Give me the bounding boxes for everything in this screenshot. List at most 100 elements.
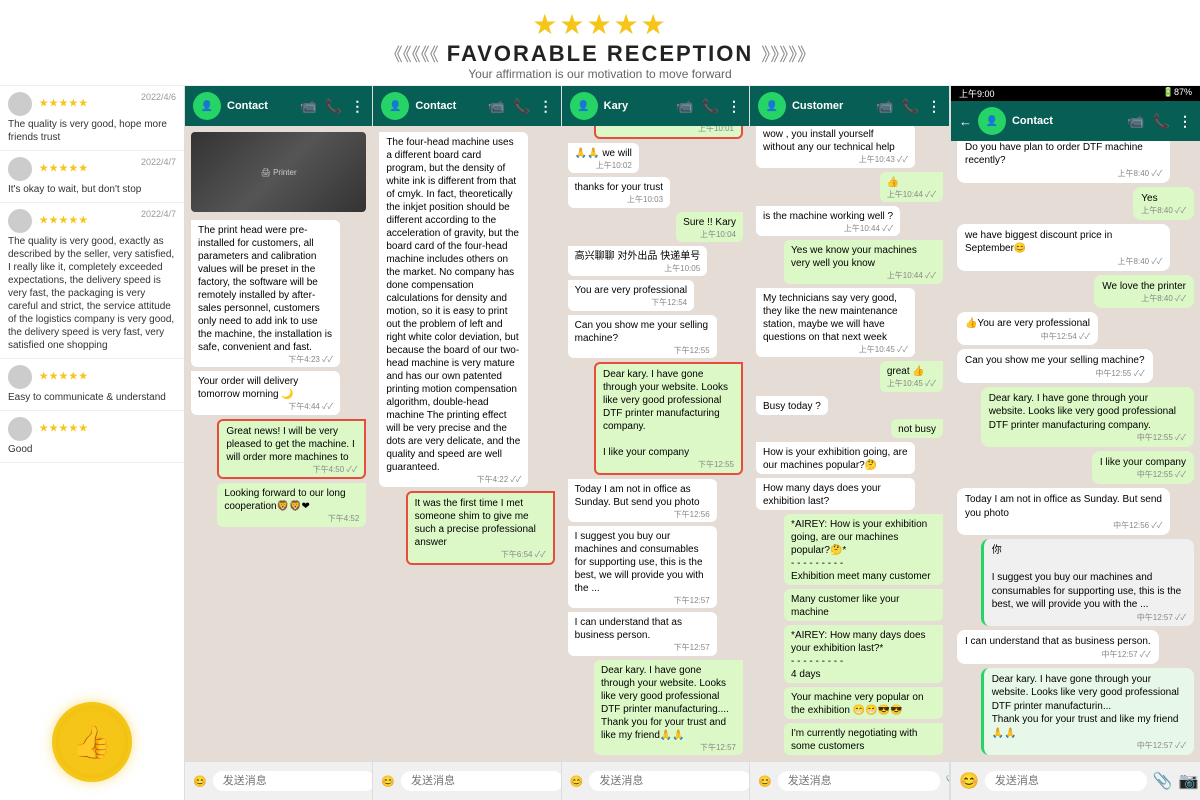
message: My technicians say very good, they like … [756, 288, 915, 357]
call-icon[interactable]: 📞 [513, 98, 530, 115]
message: thanks for your trust 上午10:03 [568, 177, 670, 207]
message: Yes 上午8:40 ✓✓ [1133, 187, 1194, 220]
message-text: Busy today ? [763, 400, 821, 413]
contact-name: Contact [227, 100, 268, 112]
message: Looking forward to our long cooperation🦁… [217, 483, 366, 526]
camera-icon[interactable]: 📷 [1179, 771, 1199, 791]
message-text: We love the printer [1102, 280, 1186, 294]
emoji-icon[interactable]: 😊 [193, 775, 207, 788]
message: Yes we know your machines very well you … [784, 240, 943, 283]
message-time: 中午12:57 ✓✓ [965, 650, 1151, 661]
machine-image: 🖨 Printer [191, 132, 366, 212]
star-rating: ★★★★★ [39, 423, 88, 435]
message-text: Can you show me your selling machine? [965, 354, 1145, 368]
message-text: 👍 [887, 176, 936, 189]
chat-body-right: luckyconsol said that he can pick up the… [951, 141, 1200, 761]
emoji-icon[interactable]: 😊 [381, 775, 395, 788]
video-icon[interactable]: 📹 [1127, 113, 1144, 130]
video-icon[interactable]: 📹 [488, 98, 505, 115]
message-time: 下午12:55 [603, 460, 734, 470]
thumbs-up-badge: 👍 [52, 702, 132, 782]
chat-body-2: The four-head machine uses a different b… [373, 126, 560, 761]
call-icon[interactable]: 📞 [902, 98, 919, 115]
chat-input-bar-4: 😊 📎 📷 🎤 [750, 761, 949, 800]
more-icon[interactable]: ⋮ [1178, 113, 1192, 130]
more-icon[interactable]: ⋮ [727, 98, 741, 115]
message-text: I suggest you buy our machines and consu… [575, 530, 710, 595]
message-text: Your order will delivery tomorrow mornin… [198, 375, 333, 401]
review-text: The quality is very good, exactly as des… [8, 235, 176, 352]
call-icon[interactable]: 📞 [1153, 113, 1170, 130]
chat-input-2[interactable] [401, 771, 562, 791]
right-chat-panel: 上午9:00 🔋87% ← 👤 Contact 📹 📞 ⋮ luckyconso… [950, 86, 1200, 800]
message: we have biggest discount price in Septem… [957, 224, 1170, 271]
message-text: The four-head machine uses a different b… [386, 136, 521, 474]
message: How is your exhibition going, are our ma… [756, 442, 915, 474]
message: Can you show me your selling machine? 中午… [957, 349, 1153, 382]
chat-header-icons[interactable]: 📹 📞 ⋮ [488, 98, 553, 115]
message-time: 上午10:45 ✓✓ [887, 379, 936, 389]
message-time: 上午10:44 ✓✓ [763, 224, 893, 234]
star-rating: ★★★★★ [39, 163, 88, 175]
message-text: *AIREY: How is your exhibition going, ar… [791, 518, 936, 583]
emoji-icon[interactable]: 😊 [959, 771, 979, 791]
message-time: 下午4:50 ✓✓ [226, 465, 357, 475]
chat-header-icons[interactable]: 📹 📞 ⋮ [676, 98, 741, 115]
call-icon[interactable]: 📞 [325, 98, 342, 115]
chat-header-icons[interactable]: 📹 📞 ⋮ [299, 98, 364, 115]
back-icon[interactable]: ← [959, 114, 972, 129]
emoji-icon[interactable]: 😊 [570, 775, 584, 788]
call-icon[interactable]: 📞 [702, 98, 719, 115]
message: 👍You are very professional 中午12:54 ✓✓ [957, 312, 1098, 345]
more-icon[interactable]: ⋮ [350, 98, 364, 115]
message-text: Do you have plan to order DTF machine re… [965, 141, 1162, 168]
message-text: It was the first time I met someone shim… [415, 497, 546, 549]
message: Busy today ? [756, 396, 828, 415]
attach-icon[interactable]: 📎 [1153, 771, 1173, 791]
chat-input-4[interactable] [778, 771, 940, 791]
chat-input-3[interactable] [589, 771, 750, 791]
message-time: 上午10:43 ✓✓ [763, 155, 908, 165]
chat-header-3: 👤 Kary 📹 📞 ⋮ [562, 86, 749, 126]
message: I can understand that as business person… [568, 612, 717, 655]
video-icon[interactable]: 📹 [676, 98, 693, 115]
message-text: is the machine working well ? [763, 210, 893, 223]
message-text: Sure !! Kary [683, 216, 736, 229]
main-content: ★★★★★ 2022/4/6 The quality is very good,… [0, 86, 1200, 800]
message-time: 下午4:44 ✓✓ [198, 402, 333, 412]
left-arrows: 《《《《《 [385, 41, 439, 67]
message-time: 上午10:01 [603, 126, 734, 135]
video-icon[interactable]: 📹 [876, 98, 893, 115]
video-icon[interactable]: 📹 [299, 98, 316, 115]
chat-header-icons[interactable]: 📹 📞 ⋮ [876, 98, 941, 115]
message-time: 中午12:54 ✓✓ [965, 332, 1090, 343]
chat-input-1[interactable] [213, 771, 374, 791]
avatar: 👤 [758, 92, 786, 120]
message: I'm currently negotiating with some cust… [784, 723, 943, 755]
chat-input-bar-2: 😊 📎 📷 🎤 [373, 761, 560, 800]
message-time: 上午10:04 [683, 230, 736, 240]
chat-input-right[interactable] [985, 771, 1147, 791]
more-icon[interactable]: ⋮ [927, 98, 941, 115]
message-time: 中午12:55 ✓✓ [965, 369, 1145, 380]
message-time: 中午12:55 ✓✓ [1100, 470, 1186, 481]
chat-header-icons[interactable]: 📹 📞 ⋮ [1127, 113, 1192, 130]
message-text: Dear kary. I have gone through your webs… [603, 368, 734, 459]
header: ★★★★★ 《《《《《 FAVORABLE RECEPTION 》》》》》 Yo… [0, 0, 1200, 86]
message: The four-head machine uses a different b… [379, 132, 528, 487]
message: Great news! I will be very pleased to ge… [217, 419, 366, 479]
message-time: 下午12:57 [601, 743, 736, 753]
message-text: Yes we know your machines very well you … [791, 244, 936, 270]
more-icon[interactable]: ⋮ [539, 98, 553, 115]
emoji-icon[interactable]: 😊 [758, 775, 772, 788]
message-time: 下午12:55 [575, 346, 710, 356]
star-rating: ★★★★★ [0, 8, 1200, 41]
message-text: wow , you install yourself without any o… [763, 128, 908, 154]
message-text: 🙏🙏 we will [575, 147, 632, 160]
message-time: 上午10:45 ✓✓ [763, 345, 908, 355]
chat-panel-4: 👤 Customer 📹 📞 ⋮ 今天 dear 上午10:39 ✓✓ is e… [750, 86, 950, 800]
star-rating: ★★★★★ [39, 371, 88, 383]
message-text: Dear kary. I have gone through your webs… [601, 664, 736, 742]
message-text: Today I am not in office as Sunday. But … [575, 483, 710, 509]
message-text: Dear kary. I have gone through your webs… [992, 673, 1186, 741]
